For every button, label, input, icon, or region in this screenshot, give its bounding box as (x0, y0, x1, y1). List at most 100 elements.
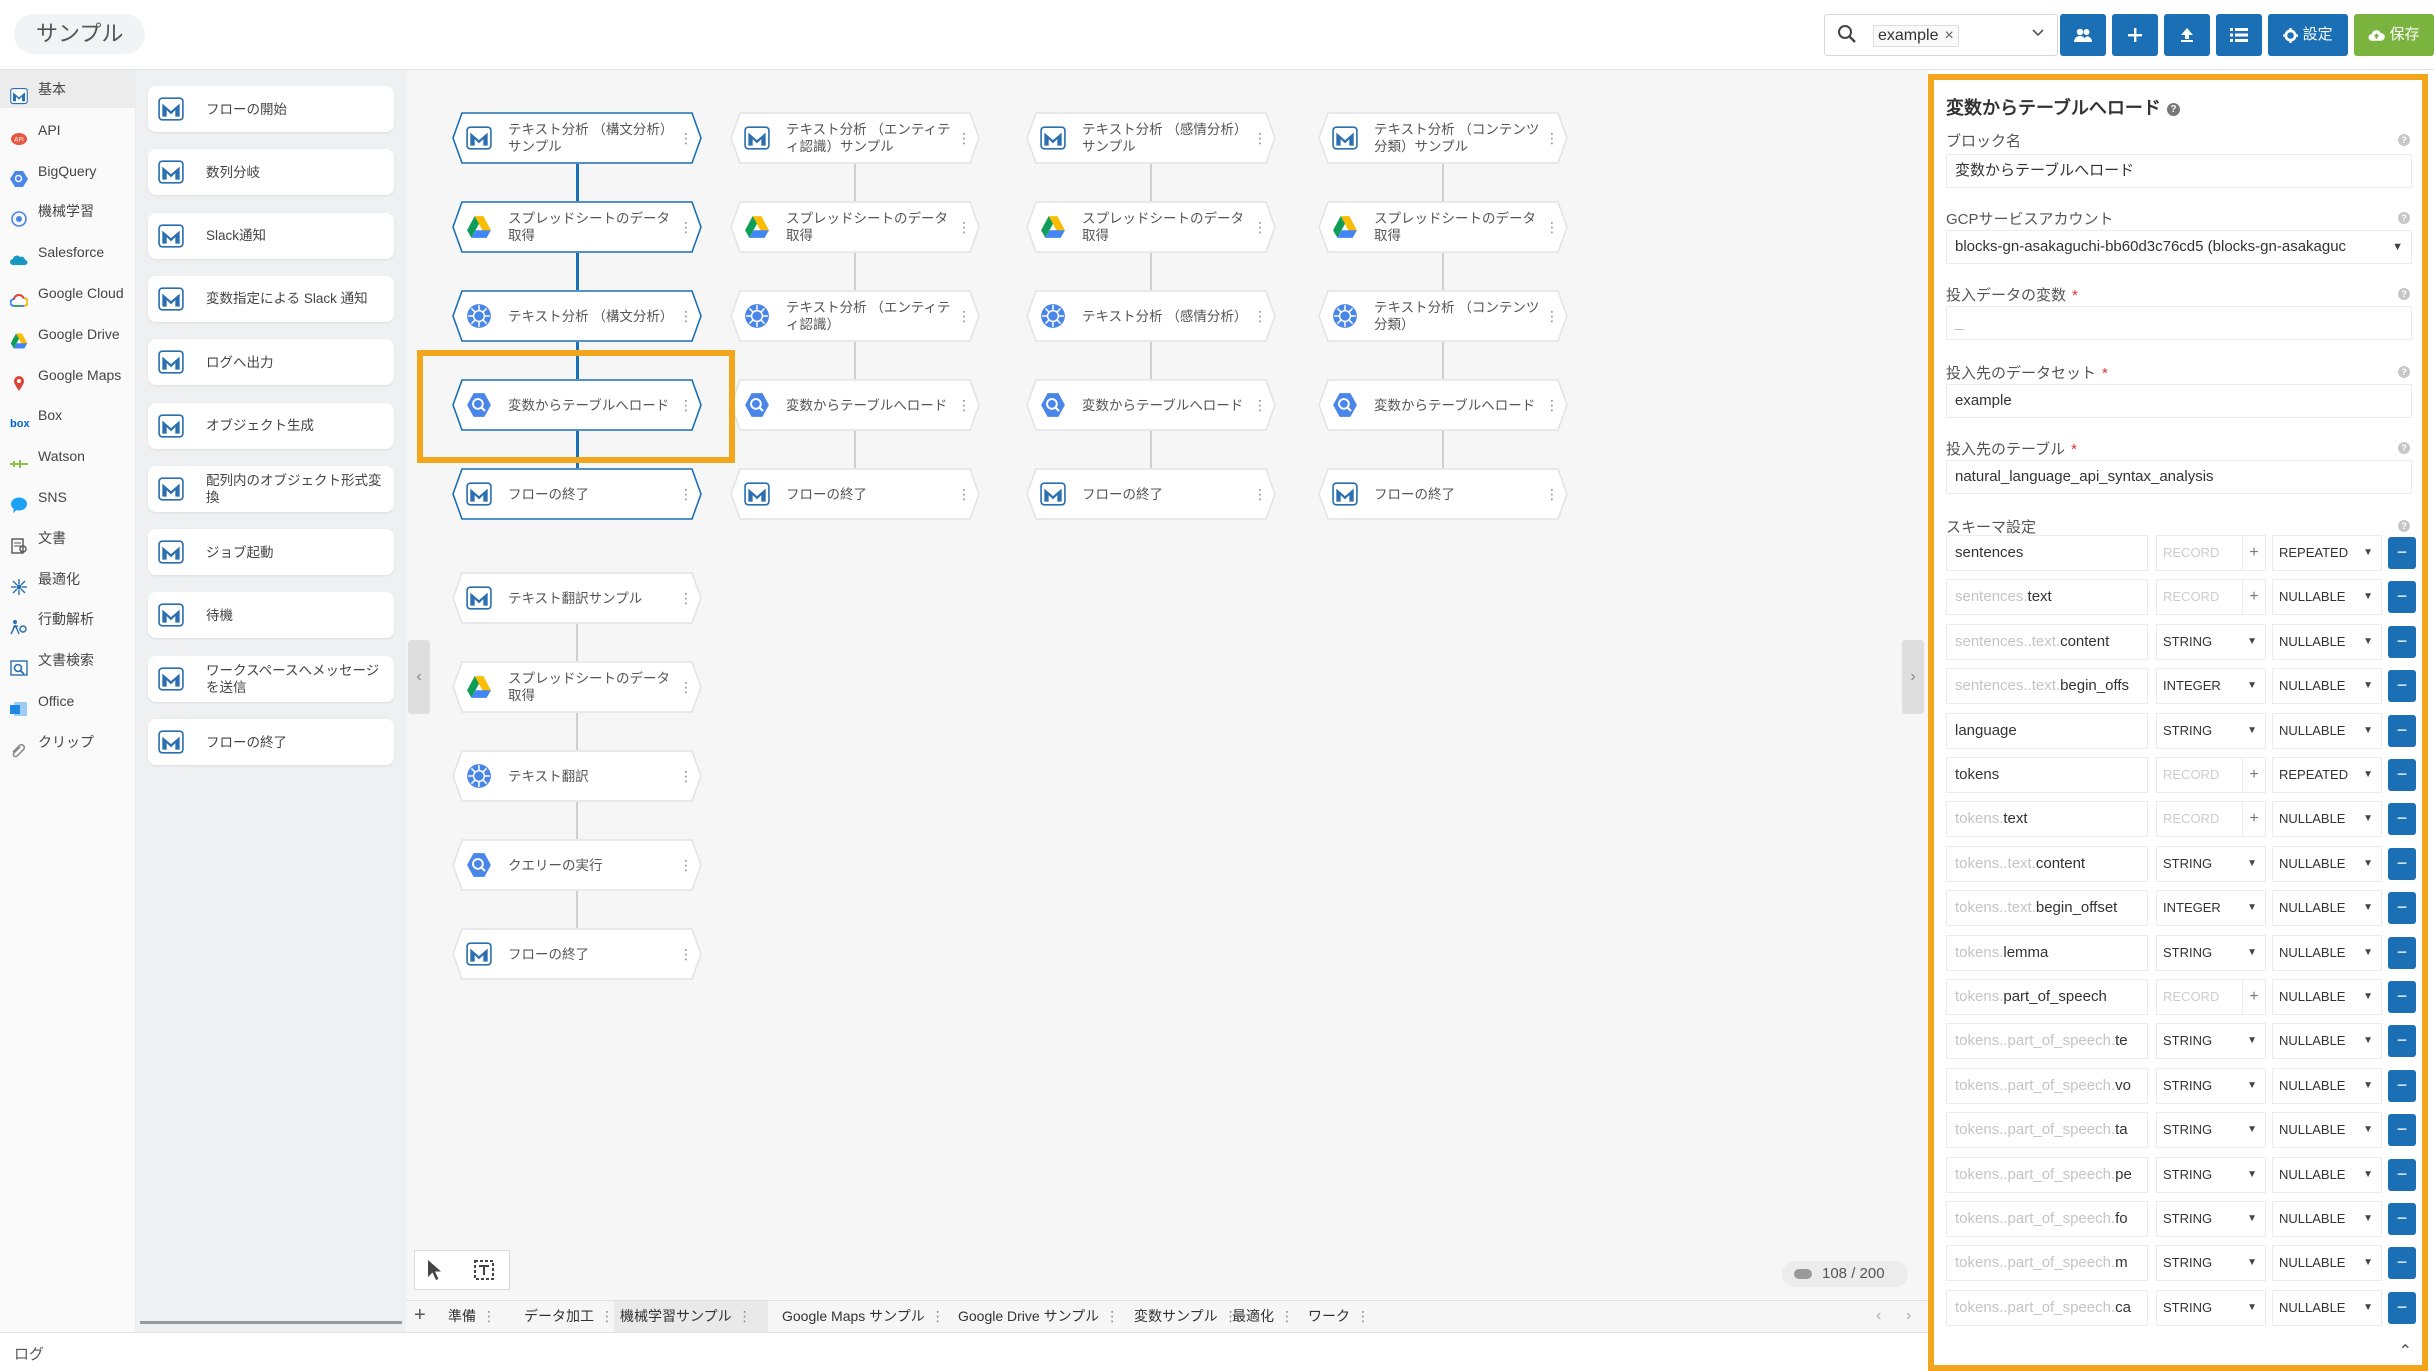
schema-type-select[interactable]: RECORD + (2156, 535, 2266, 571)
schema-mode-select[interactable]: NULLABLE ▼ (2272, 1023, 2382, 1060)
category-sns-bubble[interactable]: SNS (0, 478, 136, 516)
flow-node[interactable]: テキスト分析 （エンティティ認識） ⋮ (730, 290, 980, 342)
schema-type-select[interactable]: STRING ▼ (2156, 1156, 2266, 1193)
schema-mode-select[interactable]: NULLABLE ▼ (2272, 623, 2382, 660)
more-vertical-icon[interactable]: ⋮ (1253, 307, 1267, 325)
schema-mode-select[interactable]: NULLABLE ▼ (2272, 579, 2382, 616)
remove-field-button[interactable]: − (2388, 625, 2416, 658)
collapse-left-handle[interactable]: ‹ (408, 640, 430, 714)
schema-type-select[interactable]: STRING ▼ (2156, 712, 2266, 749)
schema-type-select[interactable]: STRING ▼ (2156, 1067, 2266, 1104)
schema-type-select[interactable]: STRING ▼ (2156, 1289, 2266, 1326)
schema-type-select[interactable]: RECORD + (2156, 801, 2266, 838)
sheet-tab[interactable]: Google Drive サンプル ⋮ (952, 1301, 1120, 1332)
category-google-drive[interactable]: Google Drive (0, 315, 136, 353)
palette-block[interactable]: ワークスペースへメッセージを送信 (148, 655, 394, 702)
schema-mode-select[interactable]: NULLABLE ▼ (2272, 712, 2382, 749)
remove-field-button[interactable]: − (2388, 1069, 2416, 1102)
pointer-tool-icon[interactable] (425, 1259, 445, 1286)
schema-field-name[interactable]: tokens..text.begin_offset (1946, 890, 2148, 927)
remove-field-button[interactable]: − (2388, 537, 2416, 569)
list-button[interactable] (2216, 14, 2262, 56)
category-bigquery[interactable]: BigQuery (0, 152, 136, 190)
palette-scrollbar[interactable] (140, 1321, 402, 1324)
more-vertical-icon[interactable]: ⋮ (679, 856, 693, 874)
schema-field-name[interactable]: tokens..part_of_speech.m (1946, 1245, 2148, 1282)
sheet-tab[interactable]: 機械学習サンプル ⋮ (614, 1301, 768, 1332)
more-vertical-icon[interactable]: ⋮ (679, 129, 693, 147)
palette-block[interactable]: Slack通知 (148, 212, 394, 259)
category-document[interactable]: 文書 (0, 519, 136, 557)
sheet-tab[interactable]: 最適化 ⋮ (1226, 1301, 1296, 1332)
more-vertical-icon[interactable]: ⋮ (1253, 396, 1267, 414)
more-vertical-icon[interactable]: ⋮ (679, 218, 693, 236)
flow-node[interactable]: クエリーの実行 ⋮ (452, 839, 702, 891)
sheet-tab[interactable]: ワーク ⋮ (1302, 1301, 1372, 1332)
schema-mode-select[interactable]: NULLABLE ▼ (2272, 1201, 2382, 1237)
flow-node[interactable]: テキスト分析 （構文分析）サンプル ⋮ (452, 112, 702, 164)
flow-node[interactable]: 変数からテーブルへロード ⋮ (1026, 379, 1276, 431)
help-icon[interactable]: ? (2398, 442, 2410, 454)
flow-node[interactable]: 変数からテーブルへロード ⋮ (730, 379, 980, 431)
schema-field-name[interactable]: tokens..part_of_speech.pe (1946, 1156, 2148, 1193)
more-vertical-icon[interactable]: ⋮ (1545, 129, 1559, 147)
palette-block[interactable]: ログへ出力 (148, 339, 394, 386)
more-vertical-icon[interactable]: ⋮ (1545, 218, 1559, 236)
more-vertical-icon[interactable]: ⋮ (957, 129, 971, 147)
more-vertical-icon[interactable]: ⋮ (1253, 218, 1267, 236)
schema-mode-select[interactable]: NULLABLE ▼ (2272, 934, 2382, 971)
more-vertical-icon[interactable]: ⋮ (679, 767, 693, 785)
save-button[interactable]: 保存 (2354, 14, 2434, 56)
remove-field-button[interactable]: − (2388, 847, 2416, 880)
category-optimize[interactable]: 最適化 (0, 560, 136, 598)
more-vertical-icon[interactable]: ⋮ (1253, 129, 1267, 147)
flow-node[interactable]: テキスト分析 （コンテンツ分類） ⋮ (1318, 290, 1568, 342)
help-icon[interactable]: ? (2398, 212, 2410, 224)
app-title[interactable]: サンプル (14, 14, 146, 54)
flow-node[interactable]: テキスト翻訳 ⋮ (452, 750, 702, 802)
help-icon[interactable]: ? (2166, 102, 2180, 116)
palette-block[interactable]: 変数指定による Slack 通知 (148, 275, 394, 322)
schema-type-select[interactable]: RECORD + (2156, 757, 2266, 793)
chip-close-icon[interactable]: × (1944, 27, 1953, 44)
schema-type-select[interactable]: INTEGER ▼ (2156, 890, 2266, 927)
more-vertical-icon[interactable]: ⋮ (1356, 1308, 1370, 1324)
schema-type-select[interactable]: RECORD + (2156, 579, 2266, 616)
help-icon[interactable]: ? (2398, 288, 2410, 300)
add-child-field-button[interactable]: + (2242, 580, 2265, 615)
remove-field-button[interactable]: − (2388, 936, 2416, 969)
block-name-field[interactable]: 変数からテーブルへロード (1946, 154, 2412, 188)
flow-node[interactable]: テキスト分析 （感情分析）サンプル ⋮ (1026, 112, 1276, 164)
more-vertical-icon[interactable]: ⋮ (957, 218, 971, 236)
schema-field-name[interactable]: sentences..text.begin_offs (1946, 668, 2148, 705)
add-child-field-button[interactable]: + (2242, 536, 2265, 570)
palette-block[interactable]: フローの終了 (148, 719, 394, 765)
flow-node[interactable]: フローの終了 ⋮ (730, 468, 980, 520)
remove-field-button[interactable]: − (2388, 892, 2416, 925)
more-vertical-icon[interactable]: ⋮ (1105, 1308, 1119, 1324)
schema-field-name[interactable]: tokens..part_of_speech.vo (1946, 1067, 2148, 1104)
schema-field-name[interactable]: tokens..part_of_speech.ta (1946, 1112, 2148, 1149)
more-vertical-icon[interactable]: ⋮ (957, 485, 971, 503)
schema-field-name[interactable]: tokens (1946, 757, 2148, 793)
chevron-down-icon[interactable] (2031, 25, 2045, 44)
remove-field-button[interactable]: − (2388, 581, 2416, 614)
remove-field-button[interactable]: − (2388, 1158, 2416, 1191)
schema-field-name[interactable]: sentences.text (1946, 579, 2148, 616)
remove-field-button[interactable]: − (2388, 803, 2416, 836)
more-vertical-icon[interactable]: ⋮ (679, 945, 693, 963)
flow-node[interactable]: テキスト分析 （構文分析） ⋮ (452, 290, 702, 342)
palette-block[interactable]: 待機 (148, 592, 394, 639)
more-vertical-icon[interactable]: ⋮ (957, 307, 971, 325)
more-vertical-icon[interactable]: ⋮ (957, 396, 971, 414)
help-icon[interactable]: ? (2398, 366, 2410, 378)
category-clip[interactable]: クリップ (0, 723, 136, 761)
remove-field-button[interactable]: − (2388, 1203, 2416, 1235)
search-select[interactable]: example × (1824, 14, 2058, 56)
sheet-tab[interactable]: 準備 ⋮ (442, 1301, 510, 1332)
sheet-tab[interactable]: 変数サンプル ⋮ (1128, 1301, 1238, 1332)
category-brain[interactable]: 機械学習 (0, 192, 136, 230)
add-child-field-button[interactable]: + (2242, 802, 2265, 837)
sheet-tab[interactable]: Google Maps サンプル ⋮ (776, 1301, 945, 1332)
flow-node[interactable]: テキスト翻訳サンプル ⋮ (452, 572, 702, 624)
